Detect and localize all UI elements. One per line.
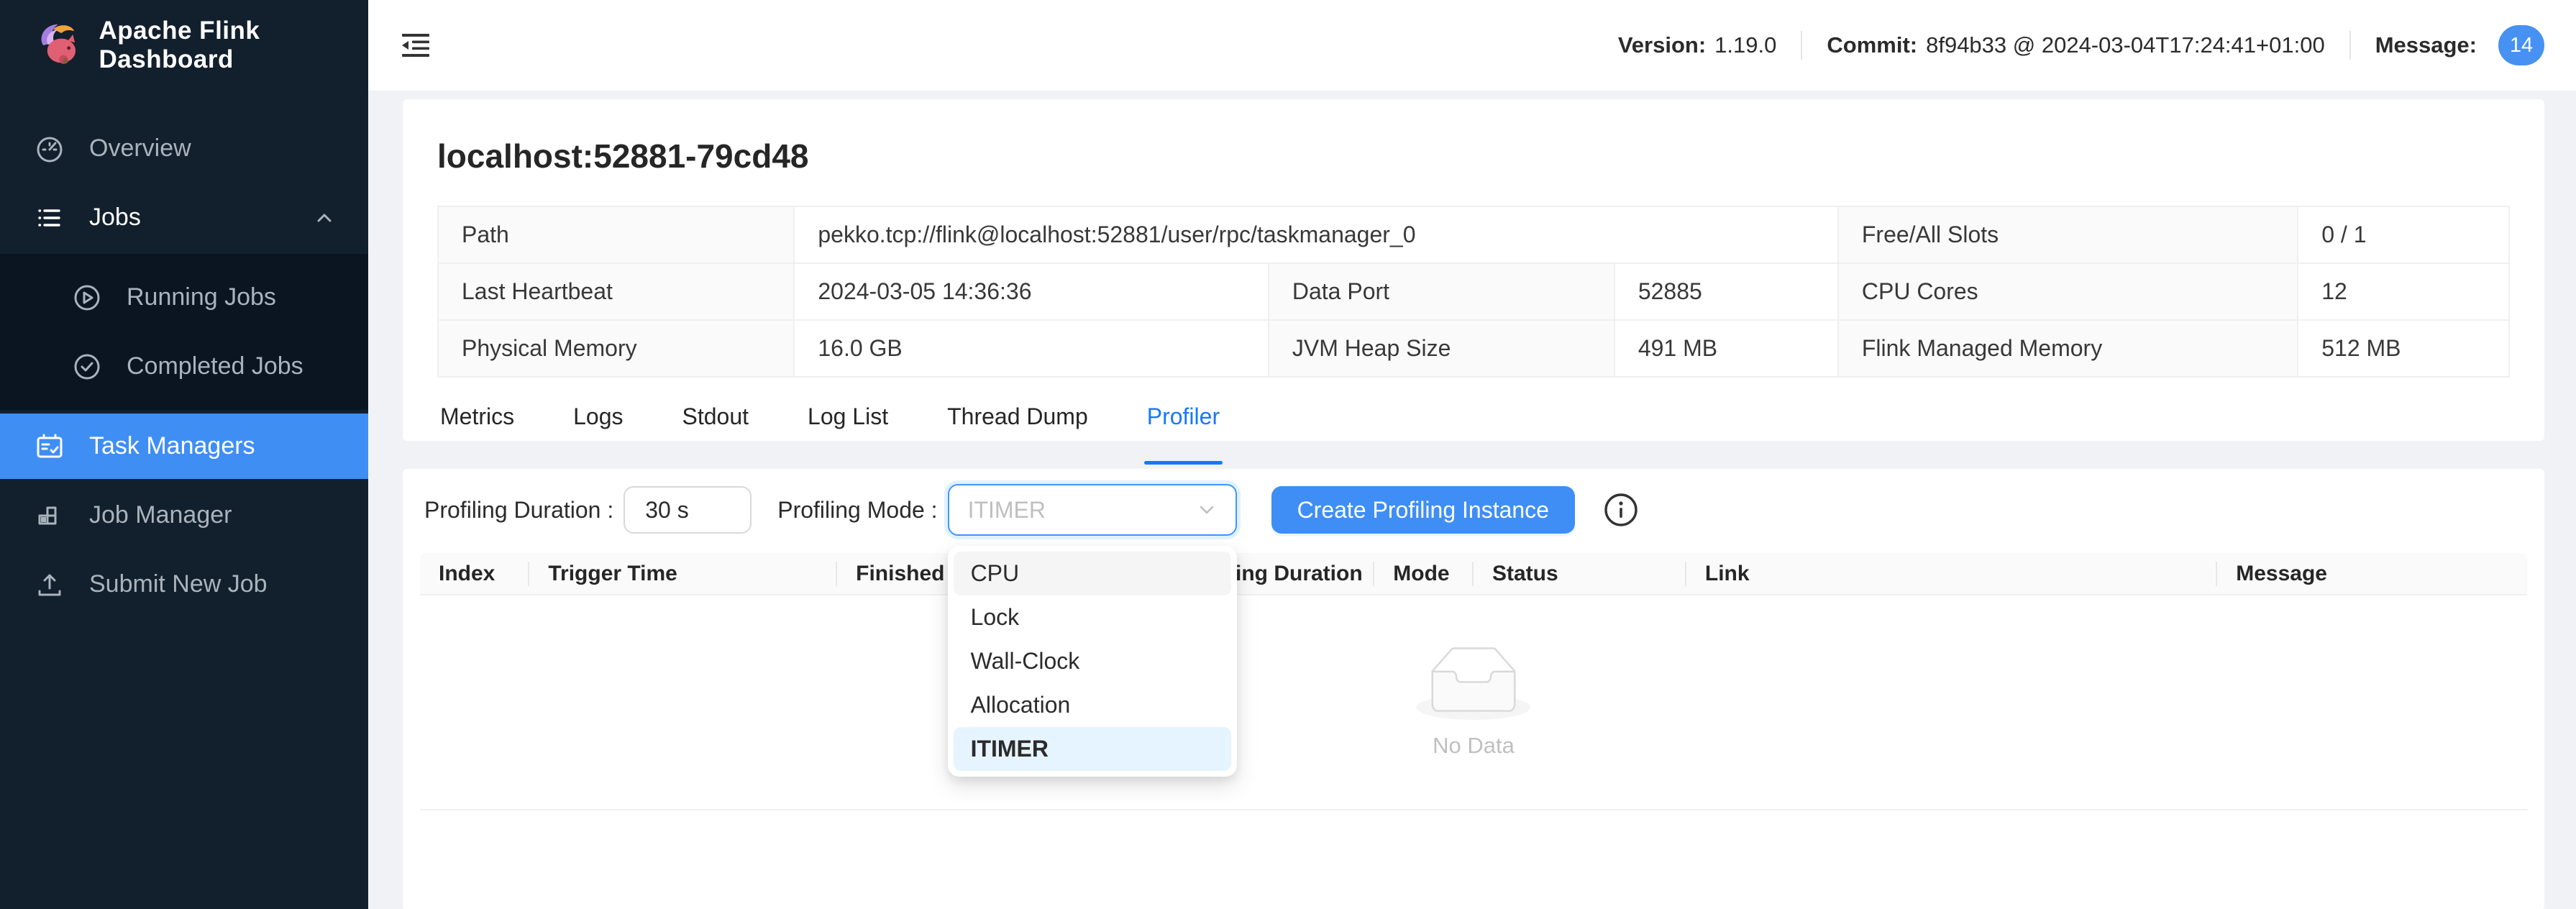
app-title: Apache Flink Dashboard: [99, 17, 260, 73]
mode-option-wall-clock[interactable]: Wall-Clock: [954, 639, 1231, 683]
page-title: localhost:52881-79cd48: [437, 137, 809, 175]
message-label: Message:: [2375, 32, 2477, 58]
heartbeat-value: 2024-03-05 14:36:36: [793, 262, 1269, 321]
mode-option-itimer[interactable]: ITIMER: [953, 727, 1231, 771]
profiler-controls: Profiling Duration : 30 s Profiling Mode…: [420, 484, 2527, 777]
version-label: Version:: [1617, 32, 1707, 58]
tab-logs[interactable]: Logs: [570, 398, 626, 450]
path-value: pekko.tcp://flink@localhost:52881/user/r…: [793, 206, 1839, 264]
tab-metrics[interactable]: Metrics: [437, 398, 517, 450]
path-label: Path: [437, 206, 795, 264]
empty-inbox-icon: [1416, 647, 1531, 720]
top-header: Version: 1.19.0 Commit: 8f94b33 @ 2024-0…: [368, 0, 2576, 91]
menu-fold-icon[interactable]: [398, 28, 433, 63]
brand-header: Apache Flink Dashboard: [0, 0, 368, 91]
column-message: Message: [2236, 561, 2327, 585]
column-index: Index: [420, 562, 529, 586]
taskmanager-detail-card: localhost:52881-79cd48 Path pekko.tcp://…: [403, 99, 2544, 465]
physical-memory-label: Physical Memory: [437, 319, 795, 378]
sidebar-item-label: Overview: [89, 134, 191, 162]
build-info: Version: 1.19.0 Commit: 8f94b33 @ 2024-0…: [1618, 25, 2544, 65]
profiling-mode-dropdown: CPU Lock Wall-Clock Allocation ITIMER: [947, 546, 1237, 777]
schedule-icon: [35, 431, 65, 462]
sidebar-item-overview[interactable]: Overview: [0, 116, 368, 181]
chevron-down-icon: [1200, 506, 1213, 514]
profiling-duration-input[interactable]: 30 s: [624, 486, 752, 534]
taskmanager-info-table: Path pekko.tcp://flink@localhost:52881/u…: [437, 206, 2510, 378]
profiling-mode-select[interactable]: ITIMER: [947, 484, 1237, 536]
cpu-cores-value: 12: [2297, 262, 2510, 321]
sidebar-menu: Overview Jobs Running Jobs Completed Job…: [0, 112, 368, 621]
sidebar-item-label: Running Jobs: [127, 283, 276, 311]
sidebar-item-submit-new-job[interactable]: Submit New Job: [0, 552, 368, 617]
data-port-value: 52885: [1613, 262, 1839, 321]
sidebar-item-job-manager[interactable]: Job Manager: [0, 483, 368, 548]
tab-log-list[interactable]: Log List: [805, 398, 891, 450]
unordered-list-icon: [35, 203, 65, 233]
sidebar: Apache Flink Dashboard Overview Jobs Run…: [0, 0, 368, 909]
version-value: 1.19.0: [1714, 32, 1777, 58]
mode-option-cpu[interactable]: CPU: [953, 552, 1231, 595]
sidebar-item-label: Task Managers: [89, 432, 255, 460]
message-count-badge[interactable]: 14: [2498, 25, 2544, 65]
profiler-card: Profiling Duration : 30 s Profiling Mode…: [403, 469, 2544, 909]
sidebar-item-label: Job Manager: [89, 501, 232, 529]
sidebar-item-label: Completed Jobs: [127, 352, 303, 380]
column-link: Link: [1686, 562, 2217, 586]
sidebar-item-jobs[interactable]: Jobs: [0, 185, 368, 250]
tab-thread-dump[interactable]: Thread Dump: [944, 398, 1091, 450]
managed-memory-value: 512 MB: [2297, 319, 2510, 378]
mode-option-allocation[interactable]: Allocation: [954, 683, 1231, 727]
flink-squirrel-logo: [41, 24, 76, 64]
column-mode: Mode: [1374, 562, 1474, 586]
divider: [2349, 31, 2351, 60]
main-area: Version: 1.19.0 Commit: 8f94b33 @ 2024-0…: [368, 0, 2576, 909]
chevron-up-icon: [309, 203, 339, 233]
detail-tabs: Metrics Logs Stdout Log List Thread Dump…: [437, 378, 2510, 465]
commit-label: Commit:: [1827, 32, 1918, 58]
sidebar-item-label: Submit New Job: [89, 570, 268, 598]
no-data-text: No Data: [1433, 732, 1515, 758]
profiling-instances-table: Index Trigger Time Finished Time Profili…: [420, 553, 2527, 810]
mode-option-lock[interactable]: Lock: [954, 595, 1231, 639]
free-slots-label: Free/All Slots: [1837, 206, 2299, 264]
table-row: Path pekko.tcp://flink@localhost:52881/u…: [437, 206, 2510, 264]
app-root: Apache Flink Dashboard Overview Jobs Run…: [0, 0, 2576, 909]
profiling-duration-label: Profiling Duration :: [424, 496, 614, 523]
selected-mode-value: ITIMER: [967, 496, 1046, 523]
heartbeat-label: Last Heartbeat: [437, 262, 795, 321]
dashboard-icon: [35, 134, 65, 164]
sidebar-item-completed-jobs[interactable]: Completed Jobs: [0, 334, 368, 399]
column-status: Status: [1474, 562, 1686, 586]
profiling-mode-select-wrap: ITIMER CPU Lock Wall-Clock Allocation IT…: [947, 484, 1237, 777]
info-circle-icon[interactable]: [1602, 491, 1640, 529]
content: localhost:52881-79cd48 Path pekko.tcp://…: [368, 91, 2576, 909]
cpu-cores-label: CPU Cores: [1837, 262, 2299, 321]
table-row: Physical Memory 16.0 GB JVM Heap Size 49…: [437, 319, 2510, 378]
managed-memory-label: Flink Managed Memory: [1837, 319, 2299, 378]
column-trigger-time: Trigger Time: [529, 562, 837, 586]
jvm-heap-label: JVM Heap Size: [1267, 319, 1615, 378]
data-port-label: Data Port: [1267, 262, 1615, 321]
sidebar-item-task-managers[interactable]: Task Managers: [0, 414, 368, 479]
profiling-mode-label: Profiling Mode :: [777, 496, 938, 523]
divider: [1801, 31, 1803, 60]
tab-profiler[interactable]: Profiler: [1143, 398, 1223, 465]
upload-icon: [35, 570, 65, 600]
profiling-table-header: Index Trigger Time Finished Time Profili…: [420, 553, 2527, 595]
play-circle-icon: [72, 283, 102, 313]
jvm-heap-value: 491 MB: [1613, 319, 1839, 378]
commit-value: 8f94b33 @ 2024-03-04T17:24:41+01:00: [1926, 32, 2325, 58]
profiling-table-empty-body: No Data: [420, 595, 2527, 810]
physical-memory-value: 16.0 GB: [793, 319, 1269, 378]
sidebar-item-running-jobs[interactable]: Running Jobs: [0, 265, 368, 330]
tab-stdout[interactable]: Stdout: [680, 398, 752, 450]
sidebar-item-label: Jobs: [89, 204, 141, 231]
jobs-submenu: Running Jobs Completed Jobs: [0, 254, 368, 410]
create-profiling-instance-button[interactable]: Create Profiling Instance: [1271, 486, 1575, 534]
build-icon: [35, 501, 65, 531]
check-circle-icon: [72, 352, 102, 382]
table-row: Last Heartbeat 2024-03-05 14:36:36 Data …: [437, 262, 2510, 321]
free-slots-value: 0 / 1: [2297, 206, 2510, 264]
